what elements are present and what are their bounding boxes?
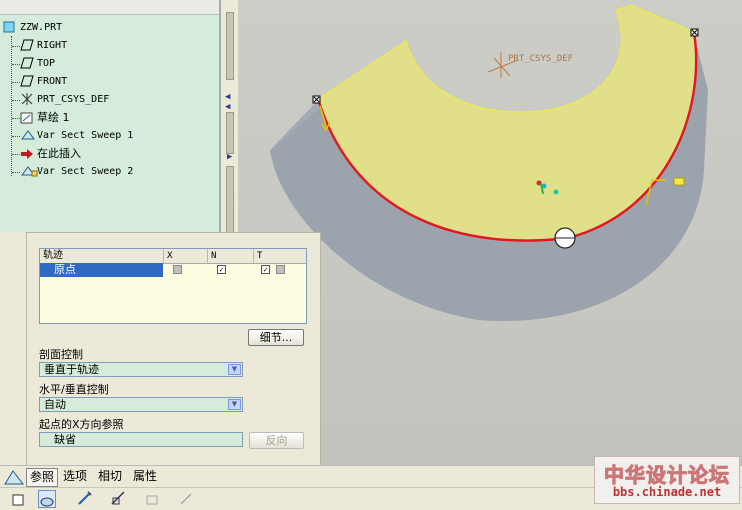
tree-connector bbox=[12, 46, 20, 47]
t-checkbox[interactable]: ✓ bbox=[261, 265, 270, 274]
model-tree: ZZW.PRT RIGHT TOP FRONT PRT_CSYS_DEF 草绘 … bbox=[0, 0, 220, 232]
splitter-handle[interactable] bbox=[226, 112, 234, 154]
section-control-select[interactable]: 垂直于轨迹 ▼ bbox=[39, 362, 243, 377]
section-control-label: 剖面控制 bbox=[39, 348, 83, 361]
expand-right-icon[interactable]: ▶ bbox=[227, 152, 232, 162]
pause-icon[interactable] bbox=[178, 490, 194, 506]
x-ref-label: 起点的X方向参照 bbox=[39, 418, 124, 431]
trajectory-table[interactable]: 轨迹 X N T 原点 ✓ ✓ bbox=[39, 248, 307, 324]
thicken-icon[interactable] bbox=[144, 490, 160, 506]
insert-here-arrow-icon bbox=[20, 148, 34, 160]
model-tree-header bbox=[0, 0, 219, 15]
solid-icon[interactable] bbox=[10, 490, 26, 506]
flip-button[interactable]: 反向 bbox=[249, 432, 304, 449]
x-ref-field[interactable]: 缺省 bbox=[39, 432, 243, 447]
sweep-feature-icon bbox=[20, 129, 35, 141]
tree-root-label: ZZW.PRT bbox=[20, 22, 63, 33]
collapse-left-icon[interactable]: ◀ bbox=[225, 92, 230, 102]
tree-item-csys[interactable]: PRT_CSYS_DEF bbox=[20, 92, 109, 108]
tree-connector bbox=[12, 118, 20, 119]
x-checkbox[interactable] bbox=[173, 265, 182, 274]
tab-references[interactable]: 参照 bbox=[26, 468, 59, 487]
column-header-trajectory: 轨迹 bbox=[40, 249, 164, 263]
tree-connector bbox=[12, 154, 20, 155]
trajectory-name-cell[interactable]: 原点 bbox=[40, 263, 163, 277]
collapse-left-icon[interactable]: ◀ bbox=[225, 102, 230, 112]
hv-control-value: 自动 bbox=[44, 398, 66, 411]
tree-item-label: PRT_CSYS_DEF bbox=[37, 94, 110, 105]
tree-item-label: 在此插入 bbox=[37, 147, 81, 160]
splitter-handle[interactable] bbox=[226, 12, 234, 80]
tab-tangency[interactable]: 相切 bbox=[95, 468, 125, 485]
origin-point-icon bbox=[553, 189, 559, 195]
watermark-title: 中华设计论坛 bbox=[604, 463, 730, 488]
tab-options[interactable]: 选项 bbox=[60, 468, 90, 485]
coordinate-system-icon bbox=[20, 93, 34, 105]
tree-item-label: Var Sect Sweep 1 bbox=[37, 130, 134, 141]
x-ref-value: 缺省 bbox=[54, 433, 76, 446]
trajectory-table-header: 轨迹 X N T bbox=[40, 249, 306, 264]
tree-item-label: 草绘 1 bbox=[37, 111, 70, 124]
n-checkbox[interactable]: ✓ bbox=[217, 265, 226, 274]
tree-item-front[interactable]: FRONT bbox=[20, 74, 67, 90]
surface-icon[interactable] bbox=[38, 490, 56, 508]
tree-root-item[interactable]: ZZW.PRT bbox=[3, 20, 62, 36]
tree-item-sweep-2[interactable]: Var Sect Sweep 2 bbox=[20, 164, 133, 180]
column-header-n: N bbox=[208, 249, 254, 263]
hv-control-select[interactable]: 自动 ▼ bbox=[39, 397, 243, 412]
column-header-x: X bbox=[164, 249, 208, 263]
forum-watermark: 中华设计论坛 bbs.chinade.net bbox=[594, 456, 740, 504]
tree-item-label: Var Sect Sweep 2 bbox=[37, 166, 134, 177]
watermark-url: bbs.chinade.net bbox=[612, 485, 722, 499]
tree-connector bbox=[11, 36, 12, 176]
tree-item-label: RIGHT bbox=[37, 40, 68, 51]
tree-connector bbox=[12, 64, 20, 65]
tree-connector bbox=[12, 82, 20, 83]
hv-control-label: 水平/垂直控制 bbox=[39, 383, 109, 396]
sketch-icon bbox=[20, 112, 34, 124]
tab-properties[interactable]: 属性 bbox=[130, 468, 160, 485]
table-row[interactable]: 原点 ✓ ✓ bbox=[40, 263, 306, 277]
tree-item-sweep-1[interactable]: Var Sect Sweep 1 bbox=[20, 128, 133, 144]
part-icon bbox=[3, 21, 17, 33]
tree-item-right[interactable]: RIGHT bbox=[20, 38, 67, 54]
chevron-down-icon[interactable]: ▼ bbox=[228, 364, 241, 375]
tree-item-label: FRONT bbox=[37, 76, 68, 87]
tree-item-insert-here[interactable]: 在此插入 bbox=[20, 146, 81, 162]
sketch-edit-icon[interactable] bbox=[77, 490, 93, 506]
chevron-down-icon[interactable]: ▼ bbox=[228, 399, 241, 410]
section-control-value: 垂直于轨迹 bbox=[44, 363, 99, 376]
column-header-t: T bbox=[257, 251, 263, 261]
tree-item-label: TOP bbox=[37, 58, 56, 69]
tangency-marker-icon bbox=[673, 177, 685, 186]
tree-item-top[interactable]: TOP bbox=[20, 56, 55, 72]
sweep-tool-icon bbox=[3, 468, 25, 489]
datum-plane-icon bbox=[20, 39, 34, 51]
tree-item-sketch[interactable]: 草绘 1 bbox=[20, 110, 70, 126]
csys-label: PRT_CSYS_DEF bbox=[508, 54, 573, 64]
datum-plane-icon bbox=[20, 57, 34, 69]
sweep-feature-icon bbox=[20, 165, 38, 177]
details-button[interactable]: 细节... bbox=[248, 329, 304, 346]
t-option-checkbox[interactable] bbox=[276, 265, 285, 274]
datum-plane-icon bbox=[20, 75, 34, 87]
tree-connector bbox=[12, 136, 20, 137]
tree-connector bbox=[12, 172, 20, 173]
tree-connector bbox=[12, 100, 20, 101]
remove-material-icon[interactable] bbox=[110, 490, 126, 506]
